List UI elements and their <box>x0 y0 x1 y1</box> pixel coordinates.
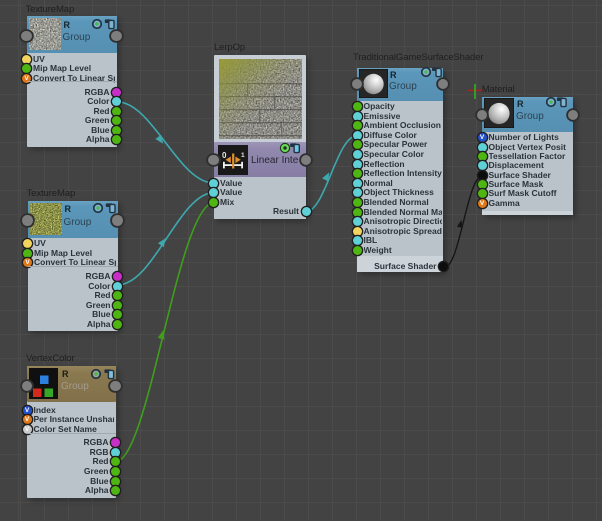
svg-text:0: 0 <box>222 151 227 160</box>
svg-text:1: 1 <box>241 152 245 159</box>
